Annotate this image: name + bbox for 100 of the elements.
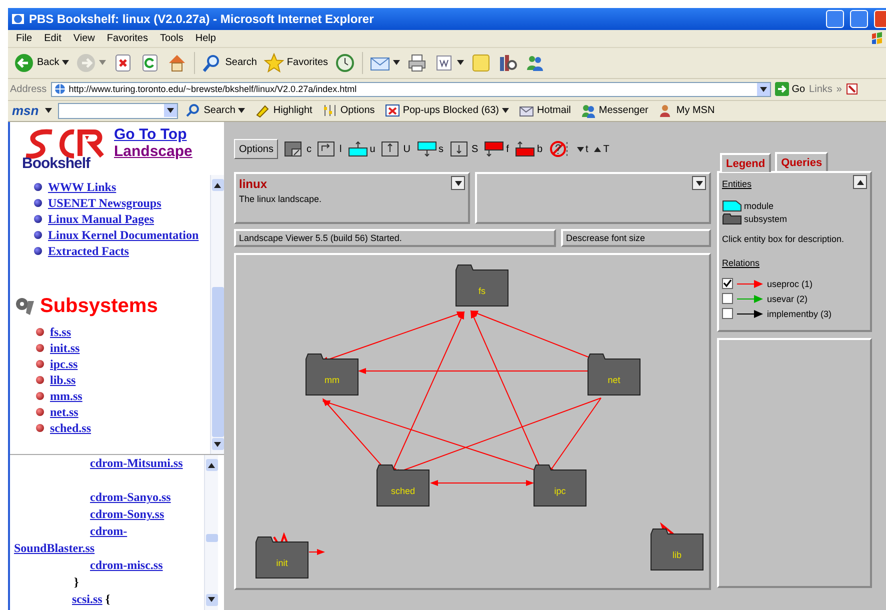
tool-button[interactable]: S [450, 141, 478, 158]
scrollbar[interactable] [210, 175, 224, 454]
globe-icon [54, 83, 66, 96]
subsystem-link[interactable]: fs.ss [50, 324, 72, 340]
tool-button[interactable]: f [484, 141, 509, 158]
triangle-down-icon[interactable] [62, 60, 70, 66]
msn-toolbar-button[interactable]: Pop-ups Blocked (63) [382, 102, 511, 120]
document-icon [434, 52, 454, 73]
scroll-up-button[interactable] [206, 459, 218, 472]
triangle-down-icon[interactable] [454, 180, 462, 186]
hint-field: Descrease font size [561, 229, 711, 248]
search-field[interactable] [58, 102, 178, 119]
nav-link[interactable]: Landscape [114, 143, 192, 160]
subsystem-link[interactable]: net.ss [50, 404, 78, 420]
subsystem-link[interactable]: ipc.ss [50, 356, 78, 372]
file-link[interactable]: cdrom-misc.ss [14, 557, 204, 574]
subsystem-link[interactable]: mm.ss [50, 388, 82, 404]
doc-link[interactable]: Linux Kernel Documentation [48, 228, 199, 243]
collapse-button[interactable] [853, 175, 867, 190]
menu-item[interactable]: Favorites [100, 32, 154, 44]
nav-link[interactable]: Go To Top [114, 126, 192, 144]
msn-toolbar-button[interactable]: Hotmail [516, 102, 573, 120]
menu-item[interactable]: Tools [154, 32, 190, 44]
subsystem-folder[interactable]: sched [376, 464, 430, 508]
msn-toolbar-button[interactable]: Highlight [253, 102, 314, 120]
subsystem-folder[interactable]: ipc [533, 464, 587, 508]
tool-button[interactable]: b [514, 141, 543, 158]
triangle-down-icon[interactable] [760, 86, 767, 92]
tool-button[interactable]: u [348, 141, 376, 158]
options-button[interactable]: Options [234, 139, 278, 160]
subsystem-folder[interactable]: init [255, 536, 309, 580]
subsystem-link[interactable]: init.ss [50, 340, 80, 356]
menu-item[interactable]: Edit [38, 32, 68, 44]
doc-link[interactable]: Extracted Facts [48, 244, 129, 259]
checkbox[interactable] [722, 278, 733, 290]
file-link[interactable]: cdrom-Mitsumi.ss [14, 455, 204, 472]
bullet-icon [36, 408, 44, 416]
triangle-down-icon[interactable] [457, 60, 464, 66]
file-link[interactable]: scsi.ss [72, 592, 102, 606]
tool-button[interactable]: U [381, 141, 410, 158]
dropdown-button[interactable] [692, 176, 706, 190]
subsystem-folder[interactable]: lib [650, 528, 704, 572]
triangle-down-icon[interactable] [696, 180, 702, 186]
doc-link[interactable]: USENET Newsgroups [48, 196, 162, 211]
msn-toolbar-button[interactable]: Search [184, 102, 248, 120]
font-size-button[interactable]: T [594, 144, 610, 155]
triangle-up-icon[interactable] [208, 462, 215, 468]
menu-item[interactable]: File [10, 32, 38, 44]
doc-link[interactable]: WWW Links [48, 180, 116, 195]
links-label[interactable]: Links [809, 84, 832, 95]
menu-item[interactable]: View [67, 32, 101, 44]
tab[interactable]: Legend [720, 153, 772, 172]
msn-logo[interactable]: msn [12, 103, 39, 118]
scroll-down-button[interactable] [212, 438, 224, 450]
go-button[interactable]: Go [774, 82, 806, 96]
msn-toolbar-button[interactable]: Options [320, 102, 377, 120]
triangle-up-icon[interactable] [856, 180, 864, 185]
menu-item[interactable]: Help [189, 32, 222, 44]
triangle-down-icon[interactable] [502, 108, 509, 114]
tool-button[interactable]: l [317, 141, 342, 158]
subsystem-folder[interactable]: fs [455, 264, 509, 308]
scroll-thumb[interactable] [212, 287, 224, 438]
msn-toolbar-button[interactable]: My MSN [656, 102, 717, 120]
triangle-down-icon[interactable] [166, 108, 174, 113]
triangle-down-icon[interactable] [208, 597, 215, 602]
toolbar-button[interactable]: Search [200, 52, 259, 74]
subsystem-folder[interactable]: net [587, 353, 641, 396]
doc-link[interactable]: Linux Manual Pages [48, 212, 154, 227]
scrollbar[interactable] [204, 455, 218, 610]
file-link[interactable]: cdrom-Sony.ss [14, 506, 204, 524]
tab[interactable]: Queries [775, 152, 828, 172]
tool-button[interactable]: s [416, 141, 444, 158]
triangle-down-icon[interactable] [393, 60, 400, 66]
checkbox[interactable] [722, 293, 733, 304]
toolbar-button[interactable]: Favorites [262, 52, 330, 74]
scroll-up-button[interactable] [212, 179, 224, 192]
dropdown-caret-icon[interactable] [756, 82, 770, 96]
subsystem-folder[interactable]: mm [305, 353, 359, 396]
dropdown-button[interactable] [451, 176, 465, 190]
checkbox[interactable] [722, 308, 733, 320]
font-size-button[interactable]: t [576, 144, 588, 155]
scroll-down-button[interactable] [206, 594, 218, 606]
minimize-button[interactable] [826, 10, 844, 28]
msn-toolbar-button[interactable]: Messenger [578, 102, 650, 120]
subsystem-link[interactable]: sched.ss [50, 420, 92, 436]
tool-button[interactable]: c [284, 141, 312, 158]
subsystem-link[interactable]: lib.ss [50, 372, 76, 388]
dropdown-caret-icon[interactable] [164, 104, 177, 117]
maximize-button[interactable] [850, 10, 868, 28]
triangle-down-icon[interactable] [44, 108, 52, 114]
close-button[interactable] [874, 10, 886, 28]
triangle-down-icon[interactable] [214, 442, 221, 447]
toolbar-button[interactable]: Back [12, 52, 72, 74]
window-title: PBS Bookshelf: linux (V2.0.27a) - Microsoft Internet Explorer [29, 12, 375, 26]
file-link[interactable]: cdrom-Sanyo.ss [14, 489, 204, 506]
triangle-down-icon[interactable] [238, 108, 246, 114]
more-chevron[interactable]: » [836, 84, 842, 95]
triangle-up-icon[interactable] [214, 182, 221, 188]
address-field[interactable]: http://www.turing.toronto.edu/~brewste/bkshelf/linux/V2.0.27a/index.html [50, 82, 771, 97]
scroll-thumb[interactable] [206, 534, 218, 542]
